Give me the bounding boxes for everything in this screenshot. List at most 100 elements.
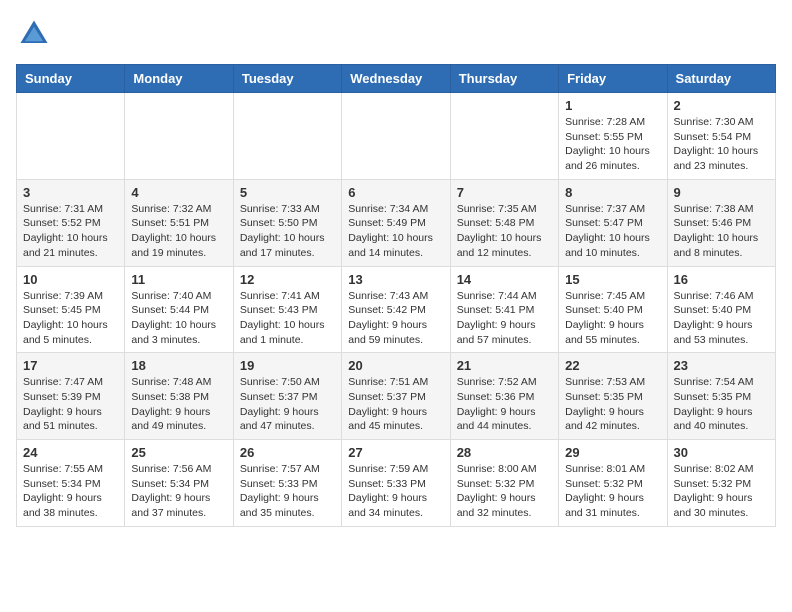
day-number: 28 bbox=[457, 445, 552, 460]
calendar-cell: 22 Sunrise: 7:53 AM Sunset: 5:35 PM Dayli… bbox=[559, 353, 667, 440]
day-number: 16 bbox=[674, 272, 769, 287]
day-info: Sunrise: 8:02 AM Sunset: 5:32 PM Dayligh… bbox=[674, 462, 769, 521]
page-header bbox=[16, 16, 776, 52]
calendar-cell: 27 Sunrise: 7:59 AM Sunset: 5:33 PM Dayli… bbox=[342, 440, 450, 527]
day-info: Sunrise: 7:43 AM Sunset: 5:42 PM Dayligh… bbox=[348, 289, 443, 348]
calendar-header-sunday: Sunday bbox=[17, 65, 125, 93]
calendar-cell: 12 Sunrise: 7:41 AM Sunset: 5:43 PM Dayli… bbox=[233, 266, 341, 353]
calendar-cell bbox=[17, 93, 125, 180]
day-info: Sunrise: 8:01 AM Sunset: 5:32 PM Dayligh… bbox=[565, 462, 660, 521]
day-number: 4 bbox=[131, 185, 226, 200]
calendar-cell: 20 Sunrise: 7:51 AM Sunset: 5:37 PM Dayli… bbox=[342, 353, 450, 440]
calendar-cell: 16 Sunrise: 7:46 AM Sunset: 5:40 PM Dayli… bbox=[667, 266, 775, 353]
calendar-header-friday: Friday bbox=[559, 65, 667, 93]
day-info: Sunrise: 7:46 AM Sunset: 5:40 PM Dayligh… bbox=[674, 289, 769, 348]
day-info: Sunrise: 7:37 AM Sunset: 5:47 PM Dayligh… bbox=[565, 202, 660, 261]
calendar-cell: 24Sunrise: 7:55 AM Sunset: 5:34 PM Dayli… bbox=[17, 440, 125, 527]
calendar-header-monday: Monday bbox=[125, 65, 233, 93]
calendar-header-thursday: Thursday bbox=[450, 65, 558, 93]
day-number: 2 bbox=[674, 98, 769, 113]
calendar-cell: 30 Sunrise: 8:02 AM Sunset: 5:32 PM Dayli… bbox=[667, 440, 775, 527]
day-number: 13 bbox=[348, 272, 443, 287]
calendar-cell: 29 Sunrise: 8:01 AM Sunset: 5:32 PM Dayli… bbox=[559, 440, 667, 527]
day-info: Sunrise: 7:51 AM Sunset: 5:37 PM Dayligh… bbox=[348, 375, 443, 434]
calendar-cell: 3 Sunrise: 7:31 AM Sunset: 5:52 PM Daylig… bbox=[17, 179, 125, 266]
day-number: 21 bbox=[457, 358, 552, 373]
day-number: 25 bbox=[131, 445, 226, 460]
day-number: 22 bbox=[565, 358, 660, 373]
calendar-cell: 14 Sunrise: 7:44 AM Sunset: 5:41 PM Dayli… bbox=[450, 266, 558, 353]
calendar-header-wednesday: Wednesday bbox=[342, 65, 450, 93]
day-info: Sunrise: 7:56 AM Sunset: 5:34 PM Dayligh… bbox=[131, 462, 226, 521]
day-number: 23 bbox=[674, 358, 769, 373]
day-info: Sunrise: 7:34 AM Sunset: 5:49 PM Dayligh… bbox=[348, 202, 443, 261]
day-number: 8 bbox=[565, 185, 660, 200]
calendar-week-3: 10 Sunrise: 7:39 AM Sunset: 5:45 PM Dayli… bbox=[17, 266, 776, 353]
calendar-cell: 15 Sunrise: 7:45 AM Sunset: 5:40 PM Dayli… bbox=[559, 266, 667, 353]
day-number: 17 bbox=[23, 358, 118, 373]
calendar-week-4: 17Sunrise: 7:47 AM Sunset: 5:39 PM Dayli… bbox=[17, 353, 776, 440]
calendar-cell: 8 Sunrise: 7:37 AM Sunset: 5:47 PM Daylig… bbox=[559, 179, 667, 266]
day-number: 19 bbox=[240, 358, 335, 373]
calendar-header-row: SundayMondayTuesdayWednesdayThursdayFrid… bbox=[17, 65, 776, 93]
day-info: Sunrise: 7:32 AM Sunset: 5:51 PM Dayligh… bbox=[131, 202, 226, 261]
day-info: Sunrise: 7:59 AM Sunset: 5:33 PM Dayligh… bbox=[348, 462, 443, 521]
calendar-cell: 7Sunrise: 7:35 AM Sunset: 5:48 PM Daylig… bbox=[450, 179, 558, 266]
calendar-cell: 26 Sunrise: 7:57 AM Sunset: 5:33 PM Dayli… bbox=[233, 440, 341, 527]
day-info: Sunrise: 7:55 AM Sunset: 5:34 PM Dayligh… bbox=[23, 462, 118, 521]
calendar-cell: 28 Sunrise: 8:00 AM Sunset: 5:32 PM Dayli… bbox=[450, 440, 558, 527]
day-info: Sunrise: 7:33 AM Sunset: 5:50 PM Dayligh… bbox=[240, 202, 335, 261]
day-info: Sunrise: 7:45 AM Sunset: 5:40 PM Dayligh… bbox=[565, 289, 660, 348]
calendar-cell bbox=[450, 93, 558, 180]
calendar-header-tuesday: Tuesday bbox=[233, 65, 341, 93]
day-number: 15 bbox=[565, 272, 660, 287]
day-number: 14 bbox=[457, 272, 552, 287]
calendar-cell: 17Sunrise: 7:47 AM Sunset: 5:39 PM Dayli… bbox=[17, 353, 125, 440]
logo-icon bbox=[16, 16, 52, 52]
day-number: 29 bbox=[565, 445, 660, 460]
calendar-cell bbox=[125, 93, 233, 180]
day-info: Sunrise: 7:40 AM Sunset: 5:44 PM Dayligh… bbox=[131, 289, 226, 348]
day-info: Sunrise: 7:30 AM Sunset: 5:54 PM Dayligh… bbox=[674, 115, 769, 174]
calendar-cell: 21 Sunrise: 7:52 AM Sunset: 5:36 PM Dayli… bbox=[450, 353, 558, 440]
day-number: 18 bbox=[131, 358, 226, 373]
calendar-cell: 19 Sunrise: 7:50 AM Sunset: 5:37 PM Dayli… bbox=[233, 353, 341, 440]
day-number: 10 bbox=[23, 272, 118, 287]
day-info: Sunrise: 7:54 AM Sunset: 5:35 PM Dayligh… bbox=[674, 375, 769, 434]
calendar-week-2: 3 Sunrise: 7:31 AM Sunset: 5:52 PM Daylig… bbox=[17, 179, 776, 266]
day-info: Sunrise: 7:53 AM Sunset: 5:35 PM Dayligh… bbox=[565, 375, 660, 434]
day-info: Sunrise: 7:39 AM Sunset: 5:45 PM Dayligh… bbox=[23, 289, 118, 348]
day-info: Sunrise: 7:57 AM Sunset: 5:33 PM Dayligh… bbox=[240, 462, 335, 521]
calendar-cell: 11Sunrise: 7:40 AM Sunset: 5:44 PM Dayli… bbox=[125, 266, 233, 353]
calendar-cell: 18 Sunrise: 7:48 AM Sunset: 5:38 PM Dayli… bbox=[125, 353, 233, 440]
day-number: 26 bbox=[240, 445, 335, 460]
day-number: 30 bbox=[674, 445, 769, 460]
day-number: 12 bbox=[240, 272, 335, 287]
calendar-week-1: 1 Sunrise: 7:28 AM Sunset: 5:55 PM Daylig… bbox=[17, 93, 776, 180]
calendar-cell: 5Sunrise: 7:33 AM Sunset: 5:50 PM Daylig… bbox=[233, 179, 341, 266]
day-info: Sunrise: 7:52 AM Sunset: 5:36 PM Dayligh… bbox=[457, 375, 552, 434]
calendar-cell: 23 Sunrise: 7:54 AM Sunset: 5:35 PM Dayli… bbox=[667, 353, 775, 440]
logo bbox=[16, 16, 56, 52]
calendar-cell: 9Sunrise: 7:38 AM Sunset: 5:46 PM Daylig… bbox=[667, 179, 775, 266]
day-info: Sunrise: 8:00 AM Sunset: 5:32 PM Dayligh… bbox=[457, 462, 552, 521]
calendar-table: SundayMondayTuesdayWednesdayThursdayFrid… bbox=[16, 64, 776, 527]
calendar-cell: 2 Sunrise: 7:30 AM Sunset: 5:54 PM Daylig… bbox=[667, 93, 775, 180]
day-info: Sunrise: 7:44 AM Sunset: 5:41 PM Dayligh… bbox=[457, 289, 552, 348]
day-info: Sunrise: 7:48 AM Sunset: 5:38 PM Dayligh… bbox=[131, 375, 226, 434]
day-number: 7 bbox=[457, 185, 552, 200]
calendar-header-saturday: Saturday bbox=[667, 65, 775, 93]
day-number: 1 bbox=[565, 98, 660, 113]
day-number: 3 bbox=[23, 185, 118, 200]
calendar-cell: 25 Sunrise: 7:56 AM Sunset: 5:34 PM Dayli… bbox=[125, 440, 233, 527]
day-info: Sunrise: 7:41 AM Sunset: 5:43 PM Dayligh… bbox=[240, 289, 335, 348]
day-info: Sunrise: 7:28 AM Sunset: 5:55 PM Dayligh… bbox=[565, 115, 660, 174]
calendar-cell: 1 Sunrise: 7:28 AM Sunset: 5:55 PM Daylig… bbox=[559, 93, 667, 180]
calendar-cell: 6 Sunrise: 7:34 AM Sunset: 5:49 PM Daylig… bbox=[342, 179, 450, 266]
day-info: Sunrise: 7:31 AM Sunset: 5:52 PM Dayligh… bbox=[23, 202, 118, 261]
day-number: 6 bbox=[348, 185, 443, 200]
day-info: Sunrise: 7:50 AM Sunset: 5:37 PM Dayligh… bbox=[240, 375, 335, 434]
calendar-cell: 4 Sunrise: 7:32 AM Sunset: 5:51 PM Daylig… bbox=[125, 179, 233, 266]
day-number: 27 bbox=[348, 445, 443, 460]
day-number: 20 bbox=[348, 358, 443, 373]
